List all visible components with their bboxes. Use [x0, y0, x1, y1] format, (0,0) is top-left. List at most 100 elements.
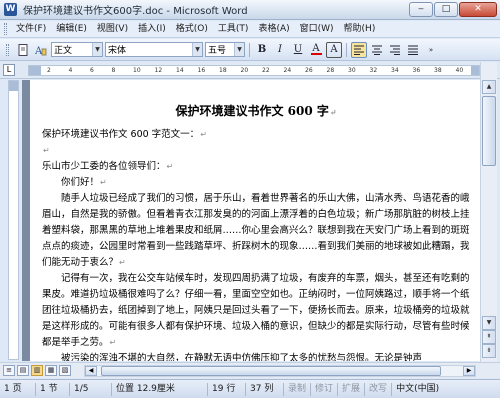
justify-icon[interactable]	[405, 42, 421, 58]
menu-edit[interactable]: 编辑(E)	[51, 22, 92, 37]
status-extend[interactable]: 扩展	[338, 382, 366, 396]
vertical-ruler[interactable]	[8, 80, 19, 360]
menu-tools[interactable]: 工具(T)	[213, 22, 254, 37]
web-view-button[interactable]: ▤	[17, 365, 29, 376]
document-title[interactable]: 保护环境建议书作文 600 字↵	[42, 102, 470, 119]
word-app-icon[interactable]: W	[4, 3, 17, 16]
next-page-button[interactable]: ⇟	[482, 344, 496, 358]
doc-paragraph[interactable]: 你们好！↵	[42, 175, 470, 191]
document-title-text: 保护环境建议书作文 600 字	[175, 104, 329, 118]
underline-button[interactable]: U	[290, 42, 306, 58]
menu-grip-icon[interactable]	[4, 23, 7, 35]
chevron-down-icon[interactable]: ▼	[192, 43, 202, 56]
status-page-count: 1/5	[70, 382, 112, 396]
normal-view-button[interactable]: ≡	[3, 365, 15, 376]
paragraph-mark: ↵	[200, 130, 207, 139]
outline-view-button[interactable]: ▦	[45, 365, 57, 376]
menu-insert[interactable]: 插入(I)	[133, 22, 171, 37]
document-area[interactable]: 保护环境建议书作文 600 字↵ 保护环境建议书作文 600 字范文一：↵ ↵ …	[22, 80, 480, 361]
menu-format[interactable]: 格式(O)	[171, 22, 213, 37]
style-select[interactable]: 正文 ▼	[51, 42, 103, 57]
menu-file[interactable]: 文件(F)	[11, 22, 51, 37]
toolbar-separator	[249, 42, 250, 57]
previous-page-button[interactable]: ⇞	[482, 330, 496, 344]
ruler-tick-label: 14	[176, 67, 184, 74]
font-color-button[interactable]: A	[308, 42, 324, 58]
doc-paragraph-text: 你们好！	[61, 177, 100, 188]
italic-button[interactable]: I	[272, 42, 288, 58]
doc-paragraph-text: 记得有一次，我在公交车站候车时，发现四周扔满了垃圾，有废弃的车票，烟头，甚至还有…	[42, 273, 470, 348]
document-page[interactable]: 保护环境建议书作文 600 字↵ 保护环境建议书作文 600 字范文一：↵ ↵ …	[30, 80, 480, 361]
print-view-button[interactable]: ▥	[31, 365, 43, 376]
status-record[interactable]: 录制	[284, 382, 312, 396]
doc-paragraph[interactable]: 乐山市少工委的各位领导们：↵	[42, 159, 470, 175]
horizontal-ruler[interactable]: 2 4 6 8 10 12 14 16 18 20 22 24 26 28 30 32 34 36 38 40	[28, 65, 480, 76]
doc-paragraph-text: 被污染的浑浊不堪的大自然，在静默无语中仿佛压抑了太多的忧愁与怨恨。无论是钟声	[61, 353, 423, 361]
char-border-button[interactable]: A	[326, 41, 342, 58]
ruler-tick-label: 22	[262, 67, 270, 74]
styles-pane-icon[interactable]: A	[33, 42, 49, 58]
title-bar: W 保护环境建议书作文600字.doc - Microsoft Word ‒ □…	[0, 0, 500, 20]
vertical-scrollbar[interactable]: ▲ ▼ ⇞ ⇟	[480, 62, 497, 362]
menu-bar: 文件(F) 编辑(E) 视图(V) 插入(I) 格式(O) 工具(T) 表格(A…	[0, 21, 500, 38]
reading-view-button[interactable]: ▧	[59, 365, 71, 376]
menu-help[interactable]: 帮助(H)	[339, 22, 381, 37]
doc-paragraph[interactable]: 被污染的浑浊不堪的大自然，在静默无语中仿佛压抑了太多的忧愁与怨恨。无论是钟声	[42, 351, 470, 361]
font-size-select[interactable]: 五号 ▼	[205, 42, 245, 57]
ruler-tick-label: 8	[111, 67, 116, 74]
font-select-value: 宋体	[108, 46, 127, 56]
scroll-up-button[interactable]: ▲	[482, 80, 496, 94]
ruler-tick-label: 18	[219, 67, 227, 74]
menu-table[interactable]: 表格(A)	[253, 22, 294, 37]
ruler-tick-label: 12	[154, 67, 163, 74]
align-right-icon[interactable]	[387, 42, 403, 58]
ruler-tick-label: 16	[197, 67, 206, 74]
align-center-icon[interactable]	[369, 42, 385, 58]
menu-view[interactable]: 视图(V)	[92, 22, 133, 37]
font-color-label: A	[312, 43, 320, 54]
scroll-right-button[interactable]: ▶	[463, 366, 475, 376]
maximize-button[interactable]: □	[434, 2, 458, 17]
ruler-tick-label: 30	[348, 67, 356, 74]
chevron-down-icon[interactable]: ▼	[92, 43, 102, 56]
doc-paragraph[interactable]: ↵	[42, 143, 470, 159]
minimize-button[interactable]: ‒	[409, 2, 433, 17]
paragraph-mark: ↵	[329, 107, 337, 117]
ruler-left-margin	[29, 66, 41, 75]
ruler-tick-label: 24	[283, 67, 292, 74]
align-left-icon[interactable]	[351, 41, 367, 58]
bold-button[interactable]: B	[254, 42, 270, 58]
status-page: 1 页	[0, 382, 36, 396]
paragraph-mark: ↵	[166, 162, 174, 171]
ruler-row: L 2 4 6 8 10 12 14 16 18 20 22 24 26 28 30 32 34 36 38 40	[0, 62, 500, 79]
doc-paragraph-text: 乐山市少工委的各位领导们：	[42, 161, 166, 172]
ruler-tick-label: 28	[326, 67, 335, 74]
ruler-tick-label: 36	[412, 67, 421, 74]
new-doc-icon[interactable]	[15, 42, 31, 58]
status-track-changes[interactable]: 修订	[311, 382, 339, 396]
toolbar-grip-icon[interactable]	[6, 43, 9, 56]
tab-stop-selector[interactable]: L	[3, 64, 15, 76]
menu-window[interactable]: 窗口(W)	[295, 22, 339, 37]
scroll-left-button[interactable]: ◀	[85, 366, 97, 376]
vertical-scroll-thumb[interactable]	[482, 96, 496, 166]
font-select[interactable]: 宋体 ▼	[105, 42, 203, 57]
horizontal-scroll-thumb[interactable]	[101, 366, 441, 376]
horizontal-scrollbar[interactable]: ◀ ▶	[84, 365, 476, 377]
status-bar: 1 页 1 节 1/5 位置 12.9厘米 19 行 37 列 录制 修订 扩展…	[0, 379, 500, 398]
doc-paragraph[interactable]: 记得有一次，我在公交车站候车时，发现四周扔满了垃圾，有废弃的车票，烟头，甚至还有…	[42, 271, 470, 351]
doc-paragraph[interactable]: 随手人垃圾已经成了我们的习惯，居于乐山，看着世界著名的乐山大佛，山清水秀、鸟语花…	[42, 191, 470, 271]
status-overtype[interactable]: 改写	[365, 382, 393, 396]
toolbar-more-icon[interactable]: »	[423, 42, 439, 58]
formatting-toolbar: A 正文 ▼ 宋体 ▼ 五号 ▼ B I U A A »	[0, 39, 500, 61]
status-language[interactable]: 中文(中国)	[392, 383, 443, 396]
scroll-down-button[interactable]: ▼	[482, 316, 496, 330]
horizontal-scroll-row: ≡ ▤ ▥ ▦ ▧ ◀ ▶	[0, 362, 500, 378]
doc-paragraph[interactable]: 保护环境建议书作文 600 字范文一：↵	[42, 127, 470, 143]
toolbar-separator	[346, 42, 347, 57]
close-button[interactable]: ✕	[459, 2, 497, 17]
doc-paragraph-text: 保护环境建议书作文 600 字范文一：	[42, 129, 200, 140]
ruler-tick-label: 20	[240, 67, 249, 74]
chevron-down-icon[interactable]: ▼	[234, 43, 244, 56]
ruler-tick-label: 40	[455, 67, 464, 74]
